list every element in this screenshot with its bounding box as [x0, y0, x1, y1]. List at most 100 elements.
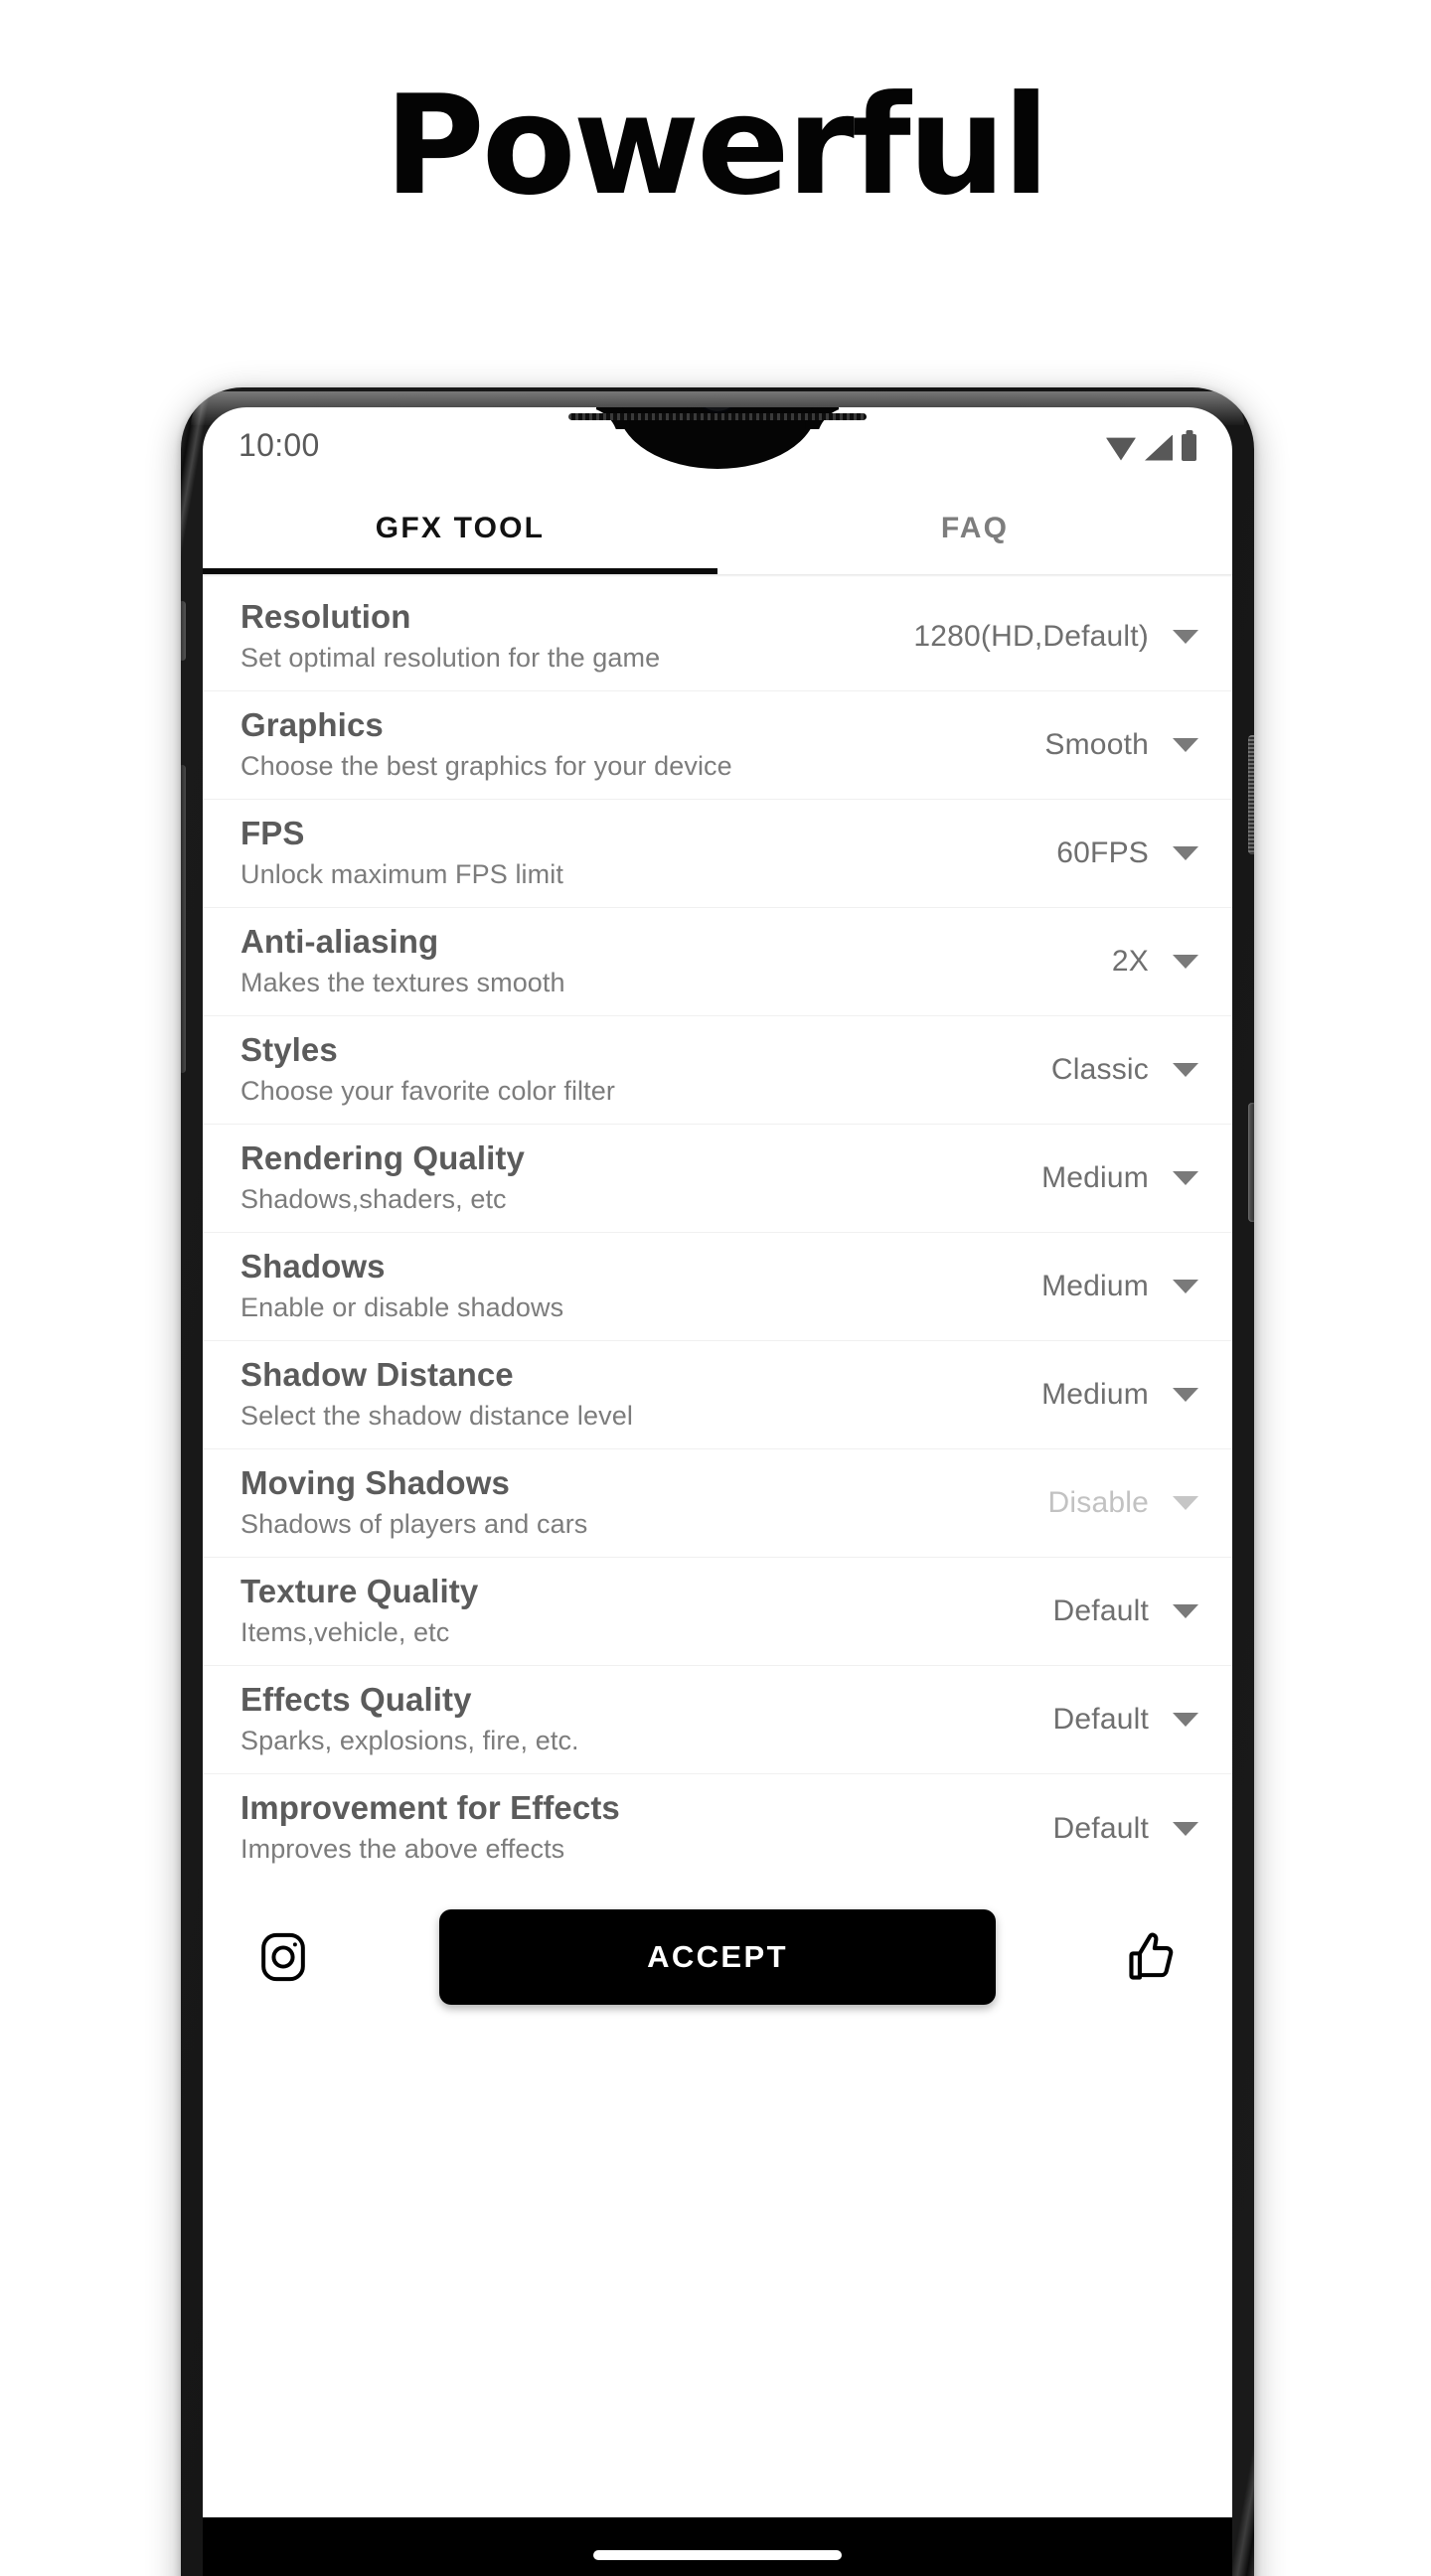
- status-time: 10:00: [238, 426, 320, 463]
- setting-value: Medium: [1041, 1378, 1149, 1411]
- setting-dropdown[interactable]: Default: [1053, 1594, 1198, 1628]
- chevron-down-icon: [1173, 1388, 1198, 1402]
- setting-title: Texture Quality: [240, 1572, 479, 1609]
- volume-button[interactable]: [1248, 1103, 1254, 1222]
- setting-text-group: Styles Choose your favorite color filter: [240, 1031, 615, 1109]
- chevron-down-icon: [1173, 1063, 1198, 1077]
- setting-row-improvement-for-effects[interactable]: Improvement for Effects Improves the abo…: [203, 1774, 1232, 1883]
- setting-subtitle: Enable or disable shadows: [240, 1291, 564, 1322]
- left-side-button-top[interactable]: [181, 601, 186, 661]
- setting-subtitle: Set optimal resolution for the game: [240, 642, 661, 673]
- settings-list: Resolution Set optimal resolution for th…: [203, 577, 1232, 1883]
- phone-device-frame: 10:00 GFX TOOL FAQ Resolution Set optima…: [181, 387, 1254, 2576]
- setting-value: 2X: [1111, 945, 1149, 978]
- battery-icon: [1182, 433, 1196, 461]
- home-gesture-pill[interactable]: [593, 2550, 842, 2560]
- setting-value: 60FPS: [1056, 836, 1149, 869]
- setting-title: Moving Shadows: [240, 1463, 510, 1501]
- setting-text-group: Resolution Set optimal resolution for th…: [240, 598, 660, 676]
- thumbs-up-icon[interactable]: [1121, 1926, 1183, 1988]
- setting-row-resolution[interactable]: Resolution Set optimal resolution for th…: [203, 583, 1232, 691]
- setting-row-fps[interactable]: FPS Unlock maximum FPS limit 60FPS: [203, 800, 1232, 908]
- setting-title: Effects Quality: [240, 1680, 472, 1718]
- chevron-down-icon: [1173, 846, 1198, 860]
- setting-dropdown[interactable]: Disable: [1048, 1486, 1198, 1520]
- setting-subtitle: Shadows,shaders, etc: [240, 1183, 507, 1214]
- setting-dropdown[interactable]: 2X: [1112, 945, 1198, 979]
- tab-active-indicator: [203, 568, 717, 574]
- setting-value: Default: [1052, 1703, 1149, 1736]
- setting-dropdown[interactable]: Classic: [1051, 1053, 1198, 1087]
- setting-subtitle: Improves the above effects: [240, 1834, 565, 1865]
- phone-screen: 10:00 GFX TOOL FAQ Resolution Set optima…: [203, 407, 1232, 2576]
- setting-dropdown[interactable]: Medium: [1041, 1161, 1198, 1195]
- setting-value: Smooth: [1044, 728, 1149, 761]
- setting-title: Anti-aliasing: [240, 922, 439, 960]
- tab-bar: GFX TOOL FAQ: [203, 483, 1232, 574]
- chevron-down-icon: [1173, 1496, 1198, 1510]
- chevron-down-icon: [1173, 630, 1198, 644]
- setting-text-group: Effects Quality Sparks, explosions, fire…: [240, 1681, 579, 1758]
- promo-screenshot: Powerful 10:00 GFX TOOL FAQ Resolution S…: [0, 0, 1431, 2576]
- instagram-icon[interactable]: [252, 1926, 314, 1988]
- status-bar: 10:00: [203, 407, 1232, 483]
- tab-gfx-tool[interactable]: GFX TOOL: [203, 483, 717, 574]
- chevron-down-icon: [1173, 1280, 1198, 1293]
- setting-value: Medium: [1041, 1270, 1149, 1302]
- chevron-down-icon: [1173, 738, 1198, 752]
- setting-dropdown[interactable]: Smooth: [1044, 728, 1198, 762]
- setting-row-styles[interactable]: Styles Choose your favorite color filter…: [203, 1016, 1232, 1125]
- setting-text-group: Shadow Distance Select the shadow distan…: [240, 1356, 633, 1434]
- setting-title: Improvement for Effects: [240, 1789, 620, 1827]
- setting-title: Resolution: [240, 597, 411, 635]
- setting-subtitle: Unlock maximum FPS limit: [240, 858, 563, 889]
- setting-row-anti-aliasing[interactable]: Anti-aliasing Makes the textures smooth …: [203, 908, 1232, 1016]
- android-nav-bar: [203, 2517, 1232, 2576]
- status-icons: [1106, 433, 1196, 461]
- setting-subtitle: Makes the textures smooth: [240, 967, 565, 997]
- setting-subtitle: Choose your favorite color filter: [240, 1075, 615, 1106]
- setting-dropdown[interactable]: Default: [1053, 1812, 1198, 1846]
- setting-text-group: FPS Unlock maximum FPS limit: [240, 815, 563, 892]
- setting-subtitle: Items,vehicle, etc: [240, 1616, 450, 1647]
- setting-dropdown[interactable]: Default: [1053, 1703, 1198, 1737]
- setting-text-group: Texture Quality Items,vehicle, etc: [240, 1573, 478, 1650]
- setting-title: Shadow Distance: [240, 1355, 514, 1393]
- setting-subtitle: Choose the best graphics for your device: [240, 750, 732, 781]
- setting-subtitle: Sparks, explosions, fire, etc.: [240, 1725, 579, 1755]
- setting-text-group: Rendering Quality Shadows,shaders, etc: [240, 1139, 525, 1217]
- setting-text-group: Anti-aliasing Makes the textures smooth: [240, 923, 565, 1000]
- setting-value: Disable: [1047, 1486, 1149, 1519]
- setting-value: Classic: [1050, 1053, 1149, 1086]
- setting-row-texture-quality[interactable]: Texture Quality Items,vehicle, etc Defau…: [203, 1558, 1232, 1666]
- tab-gfx-tool-label: GFX TOOL: [375, 512, 546, 544]
- setting-dropdown[interactable]: Medium: [1041, 1270, 1198, 1303]
- page-title: Powerful: [384, 66, 1050, 226]
- setting-row-shadow-distance[interactable]: Shadow Distance Select the shadow distan…: [203, 1341, 1232, 1449]
- setting-title: Styles: [240, 1030, 338, 1068]
- setting-dropdown[interactable]: Medium: [1041, 1378, 1198, 1412]
- setting-row-effects-quality[interactable]: Effects Quality Sparks, explosions, fire…: [203, 1666, 1232, 1774]
- setting-row-shadows[interactable]: Shadows Enable or disable shadows Medium: [203, 1233, 1232, 1341]
- wifi-icon: [1106, 437, 1136, 461]
- chevron-down-icon: [1173, 1821, 1198, 1836]
- tab-faq[interactable]: FAQ: [717, 483, 1232, 574]
- setting-dropdown[interactable]: 1280(HD,Default): [913, 620, 1198, 654]
- power-button[interactable]: [1248, 735, 1254, 854]
- accept-button[interactable]: ACCEPT: [439, 1909, 996, 2005]
- setting-subtitle: Shadows of players and cars: [240, 1508, 588, 1539]
- setting-value: 1280(HD,Default): [913, 620, 1149, 653]
- setting-dropdown[interactable]: 60FPS: [1056, 836, 1198, 870]
- setting-title: Shadows: [240, 1247, 386, 1285]
- setting-value: Default: [1052, 1811, 1149, 1845]
- setting-text-group: Improvement for Effects Improves the abo…: [240, 1789, 620, 1867]
- setting-subtitle: Select the shadow distance level: [240, 1400, 633, 1431]
- setting-text-group: Moving Shadows Shadows of players and ca…: [240, 1464, 587, 1542]
- setting-title: FPS: [240, 814, 305, 851]
- chevron-down-icon: [1173, 1604, 1198, 1618]
- setting-value: Default: [1052, 1594, 1149, 1627]
- setting-row-graphics[interactable]: Graphics Choose the best graphics for yo…: [203, 691, 1232, 800]
- left-side-button-bottom[interactable]: [181, 765, 186, 1073]
- setting-row-moving-shadows[interactable]: Moving Shadows Shadows of players and ca…: [203, 1449, 1232, 1558]
- setting-row-rendering-quality[interactable]: Rendering Quality Shadows,shaders, etc M…: [203, 1125, 1232, 1233]
